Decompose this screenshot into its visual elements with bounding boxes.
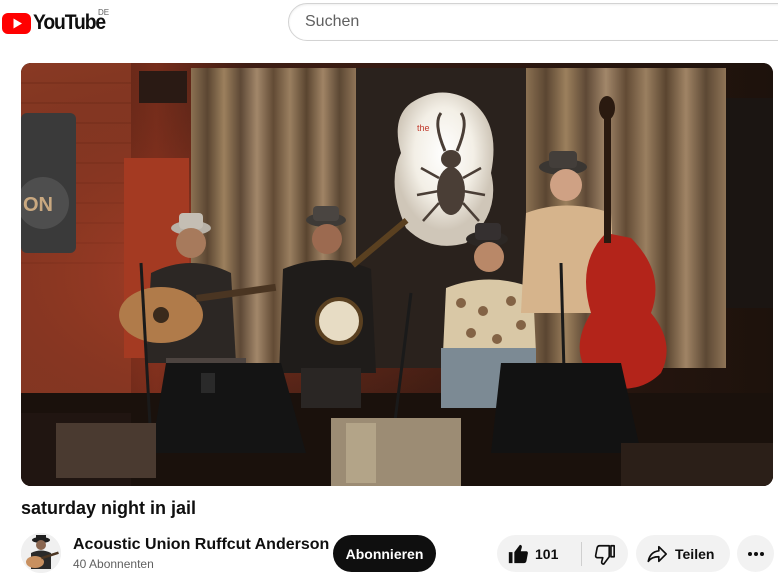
youtube-play-icon bbox=[2, 12, 31, 34]
country-code: DE bbox=[98, 8, 110, 17]
dislike-button[interactable] bbox=[582, 535, 628, 572]
top-bar: YouTube DE bbox=[0, 0, 778, 46]
video-title: saturday night in jail bbox=[21, 498, 197, 518]
share-arrow-icon bbox=[647, 545, 667, 562]
video-frame: ON the bbox=[21, 63, 773, 486]
like-dislike-group: 101 bbox=[497, 535, 628, 572]
more-dots-icon bbox=[747, 551, 764, 556]
more-actions-button[interactable] bbox=[737, 535, 774, 572]
thumb-down-icon bbox=[594, 544, 615, 565]
youtube-logo[interactable]: YouTube bbox=[2, 11, 111, 35]
video-player[interactable]: ON the bbox=[21, 63, 773, 486]
avatar[interactable] bbox=[21, 533, 61, 573]
svg-text:the: the bbox=[417, 123, 430, 133]
search-input[interactable] bbox=[289, 4, 778, 40]
channel-name[interactable]: Acoustic Union Ruffcut Anderson bbox=[73, 536, 329, 554]
subscribe-button[interactable]: Abonnieren bbox=[333, 535, 436, 572]
like-count: 101 bbox=[535, 545, 559, 562]
like-button[interactable]: 101 bbox=[497, 535, 581, 572]
channel-avatar-image bbox=[21, 533, 61, 573]
search-box bbox=[288, 3, 778, 41]
share-button[interactable]: Teilen bbox=[636, 535, 730, 572]
share-label: Teilen bbox=[675, 545, 715, 562]
subscriber-count: 40 Abonnenten bbox=[73, 557, 154, 571]
thumb-up-icon bbox=[508, 544, 528, 563]
logo-wordmark: YouTube bbox=[33, 11, 106, 34]
speaker-logo-text: ON bbox=[23, 194, 53, 216]
